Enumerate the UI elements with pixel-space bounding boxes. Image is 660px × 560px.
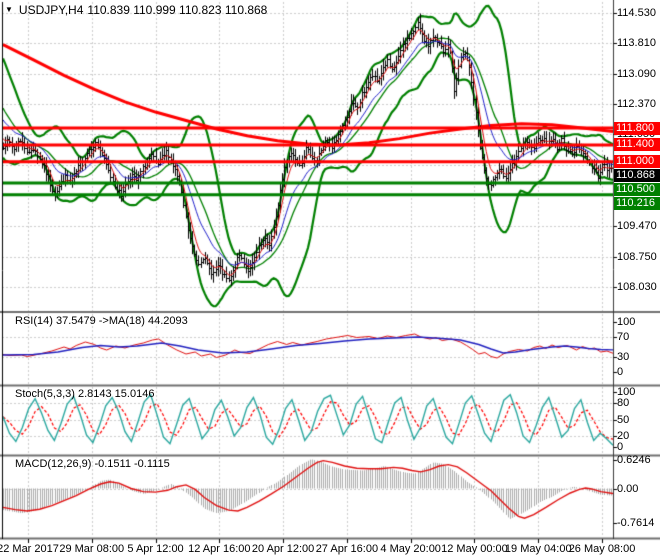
- time-axis-label: 26 May 08:00: [568, 543, 636, 555]
- price-tick-label: 112.370: [617, 98, 656, 111]
- rsi-tick-label: 100: [617, 316, 636, 328]
- current-price-badge: 110.868: [614, 169, 660, 183]
- symbol-dropdown-icon[interactable]: ▼: [5, 5, 13, 14]
- price-level-badge: 111.800: [614, 121, 660, 135]
- stoch-tick-label: 50: [617, 413, 630, 426]
- price-tick-label: 109.470: [617, 220, 657, 233]
- price-level-badge: 110.216: [614, 197, 660, 211]
- stoch-tick-label: 0: [617, 441, 624, 453]
- chart-title-bar: ▼ USDJPY,H4 110.839 110.999 110.823 110.86…: [5, 3, 271, 17]
- stoch-tick-label: 80: [617, 397, 630, 409]
- price-tick-label: 113.090: [617, 67, 656, 80]
- chart-window: ▼ USDJPY,H4 110.839 110.999 110.823 110.86…: [0, 0, 660, 560]
- macd-tick-label: -0.7614: [617, 516, 655, 529]
- price-tick-label: 108.750: [617, 250, 657, 263]
- price-level-badge: 111.400: [614, 138, 660, 152]
- symbol-period-label: USDJPY,H4: [18, 3, 84, 17]
- rsi-tick-label: 70: [617, 331, 630, 343]
- rsi-tick-label: 30: [617, 351, 630, 363]
- price-tick-label: 108.030: [617, 281, 657, 293]
- macd-tick-label: 0.00: [617, 482, 639, 495]
- price-tick-label: 113.810: [617, 37, 656, 50]
- rsi-tick-label: 0: [617, 366, 624, 378]
- stoch-indicator-label: Stoch(5,3,3) 2.8143 15.0146: [15, 388, 155, 400]
- price-tick-label: 114.530: [617, 7, 656, 19]
- ohlc-quote-label: 110.839 110.999 110.823 110.868: [87, 3, 268, 17]
- rsi-indicator-label: RSI(14) 37.5479 ->MA(18) 44.2093: [15, 315, 188, 327]
- macd-indicator-label: MACD(12,26,9) -0.1511 -0.1115: [15, 458, 170, 470]
- price-level-badge: 111.000: [614, 155, 660, 169]
- macd-tick-label: 0.6246: [617, 454, 651, 467]
- chart-canvas[interactable]: [0, 0, 660, 560]
- price-level-badge: 110.500: [614, 183, 660, 197]
